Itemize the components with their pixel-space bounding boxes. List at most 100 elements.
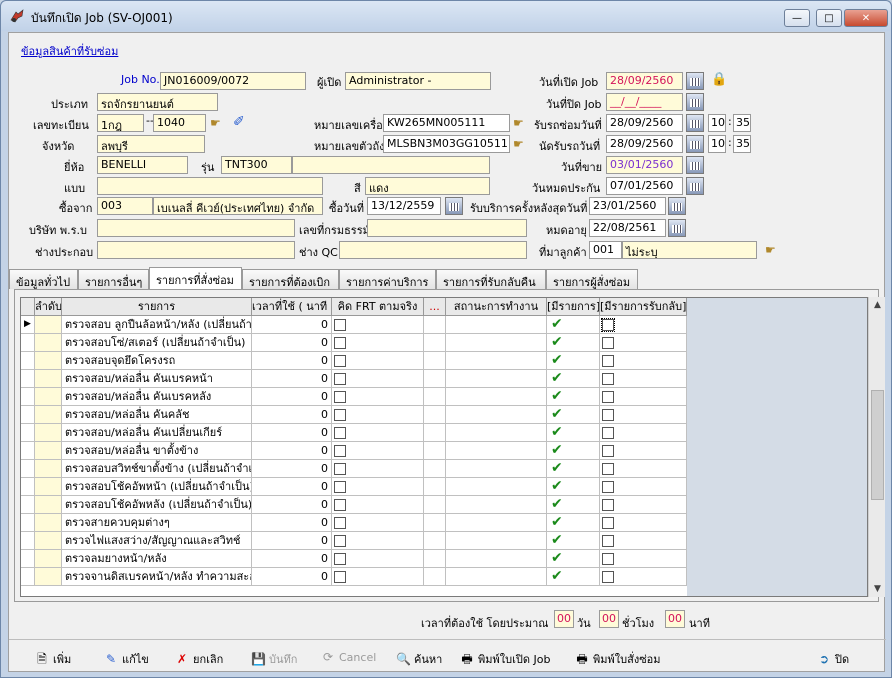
cell-more[interactable]	[424, 352, 446, 370]
cell-more[interactable]	[424, 442, 446, 460]
checked-checkbox-icon[interactable]: ✔	[551, 497, 565, 511]
cell-more[interactable]	[424, 388, 446, 406]
checkbox[interactable]	[602, 373, 614, 385]
checkbox[interactable]	[334, 463, 346, 475]
cancel-button[interactable]: ⟳ Cancel	[321, 650, 376, 664]
checkbox[interactable]	[602, 571, 614, 583]
cell-seq[interactable]	[35, 496, 62, 514]
table-row[interactable]: ตรวจสอบ/หล่อลื่น คันเปลี่ยนเกียร์ 0 ✔	[21, 424, 687, 442]
cell-item[interactable]: ตรวจสอบ/หล่อลื่น คันคลัช	[62, 406, 252, 424]
checkbox[interactable]	[334, 337, 346, 349]
cell-minutes[interactable]: 0	[252, 514, 332, 532]
checkbox[interactable]	[334, 571, 346, 583]
calendar-icon[interactable]	[686, 156, 704, 174]
calendar-icon[interactable]	[686, 72, 704, 90]
checkbox[interactable]	[334, 553, 346, 565]
cell-minutes[interactable]: 0	[252, 334, 332, 352]
title-bar[interactable]: บันทึกเปิด Job (SV-OJ001) — □ ✕	[1, 1, 891, 31]
row-indicator[interactable]	[21, 352, 35, 370]
tab-repair-items[interactable]: รายการที่สั่งซ่อม	[149, 267, 242, 289]
checkbox[interactable]	[602, 355, 614, 367]
checked-checkbox-icon[interactable]: ✔	[551, 371, 565, 385]
cell-status[interactable]	[446, 442, 547, 460]
lookup-icon[interactable]: ☛	[513, 116, 529, 130]
cell-status[interactable]	[446, 550, 547, 568]
cell-more[interactable]	[424, 406, 446, 424]
checkbox[interactable]	[602, 409, 614, 421]
cell-item[interactable]: ตรวจสอบ/หล่อลื่น คันเบรคหน้า	[62, 370, 252, 388]
checkbox[interactable]	[334, 427, 346, 439]
cell-seq[interactable]	[35, 370, 62, 388]
cell-status[interactable]	[446, 496, 547, 514]
checked-checkbox-icon[interactable]: ✔	[551, 353, 565, 367]
calendar-icon[interactable]	[686, 135, 704, 153]
cell-minutes[interactable]: 0	[252, 568, 332, 586]
calendar-icon[interactable]	[686, 93, 704, 111]
checkbox[interactable]	[334, 391, 346, 403]
cell-status[interactable]	[446, 514, 547, 532]
checked-checkbox-icon[interactable]: ✔	[551, 443, 565, 457]
cell-seq[interactable]	[35, 352, 62, 370]
close-date-field[interactable]: __/__/____	[606, 93, 683, 111]
cell-more[interactable]	[424, 370, 446, 388]
save-button[interactable]: 💾 บันทึก	[251, 650, 297, 668]
chassis-field[interactable]: MLSBN3M03GG105111	[383, 135, 510, 153]
cell-item[interactable]: ตรวจลมยางหน้า/หลัง	[62, 550, 252, 568]
cell-status[interactable]	[446, 334, 547, 352]
cell-more[interactable]	[424, 496, 446, 514]
cell-minutes[interactable]: 0	[252, 352, 332, 370]
tab-service-charges[interactable]: รายการค่าบริการ	[339, 269, 436, 289]
cell-item[interactable]: ตรวจสอบโช้คอัพหลัง (เปลี่ยนถ้าจำเป็น)	[62, 496, 252, 514]
color-field[interactable]: แดง	[365, 177, 490, 195]
row-indicator[interactable]	[21, 550, 35, 568]
checkbox[interactable]	[334, 409, 346, 421]
print-job-button[interactable]: 🖶 พิมพ์ใบเปิด Job	[460, 650, 550, 668]
col-frt[interactable]: คิด FRT ตามจริง	[332, 298, 424, 316]
cell-seq[interactable]	[35, 460, 62, 478]
cell-minutes[interactable]: 0	[252, 478, 332, 496]
section-link[interactable]: ข้อมูลสินค้าที่รับซ่อม	[21, 42, 118, 60]
add-button[interactable]: 🗎 เพิ่ม	[35, 650, 71, 668]
appoint-date-field[interactable]: 28/09/2560	[606, 135, 683, 153]
cell-minutes[interactable]: 0	[252, 424, 332, 442]
cell-item[interactable]: ตรวจสอบ/หล่อลื่น คันเปลี่ยนเกียร์	[62, 424, 252, 442]
cell-more[interactable]	[424, 460, 446, 478]
row-indicator[interactable]	[21, 568, 35, 586]
province-field[interactable]: ลพบุรี	[97, 135, 205, 153]
cell-status[interactable]	[446, 388, 547, 406]
cell-item[interactable]: ตรวจสายควบคุมต่างๆ	[62, 514, 252, 532]
checked-checkbox-icon[interactable]: ✔	[551, 479, 565, 493]
cell-item[interactable]: ตรวจสอบ/หล่อลื่น คันเบรคหลัง	[62, 388, 252, 406]
assembler-field[interactable]	[97, 241, 295, 259]
close-window-button[interactable]: ✕	[844, 9, 888, 27]
row-indicator[interactable]	[21, 532, 35, 550]
plate-number-field[interactable]: 1040	[153, 114, 206, 132]
checked-checkbox-icon[interactable]: ✔	[551, 389, 565, 403]
print-order-button[interactable]: 🖶 พิมพ์ใบสั่งซ่อม	[575, 650, 660, 668]
cell-minutes[interactable]: 0	[252, 406, 332, 424]
maximize-button[interactable]: □	[816, 9, 842, 27]
cell-more[interactable]	[424, 550, 446, 568]
checkbox[interactable]	[602, 427, 614, 439]
checkbox[interactable]	[602, 445, 614, 457]
checkbox[interactable]	[601, 318, 615, 332]
receive-minute-field[interactable]: 35	[733, 114, 751, 132]
checkbox[interactable]	[334, 481, 346, 493]
appoint-hour-field[interactable]: 10	[708, 135, 726, 153]
checked-checkbox-icon[interactable]: ✔	[551, 569, 565, 583]
cell-minutes[interactable]: 0	[252, 442, 332, 460]
close-button[interactable]: ➲ ปิด	[817, 650, 849, 668]
col-minutes[interactable]: เวลาที่ใช้ ( นาที )	[252, 298, 332, 316]
scroll-down-icon[interactable]: ▼	[869, 581, 886, 597]
col-item[interactable]: รายการ	[62, 298, 252, 316]
cell-status[interactable]	[446, 316, 547, 334]
minimize-button[interactable]: —	[784, 9, 810, 27]
cell-status[interactable]	[446, 352, 547, 370]
cell-more[interactable]	[424, 334, 446, 352]
last-service-field[interactable]: 23/01/2560	[589, 197, 666, 215]
sold-date-field[interactable]: 03/01/2560	[606, 156, 683, 174]
cell-status[interactable]	[446, 568, 547, 586]
receive-hour-field[interactable]: 10	[708, 114, 726, 132]
receive-date-field[interactable]: 28/09/2560	[606, 114, 683, 132]
cell-more[interactable]	[424, 424, 446, 442]
